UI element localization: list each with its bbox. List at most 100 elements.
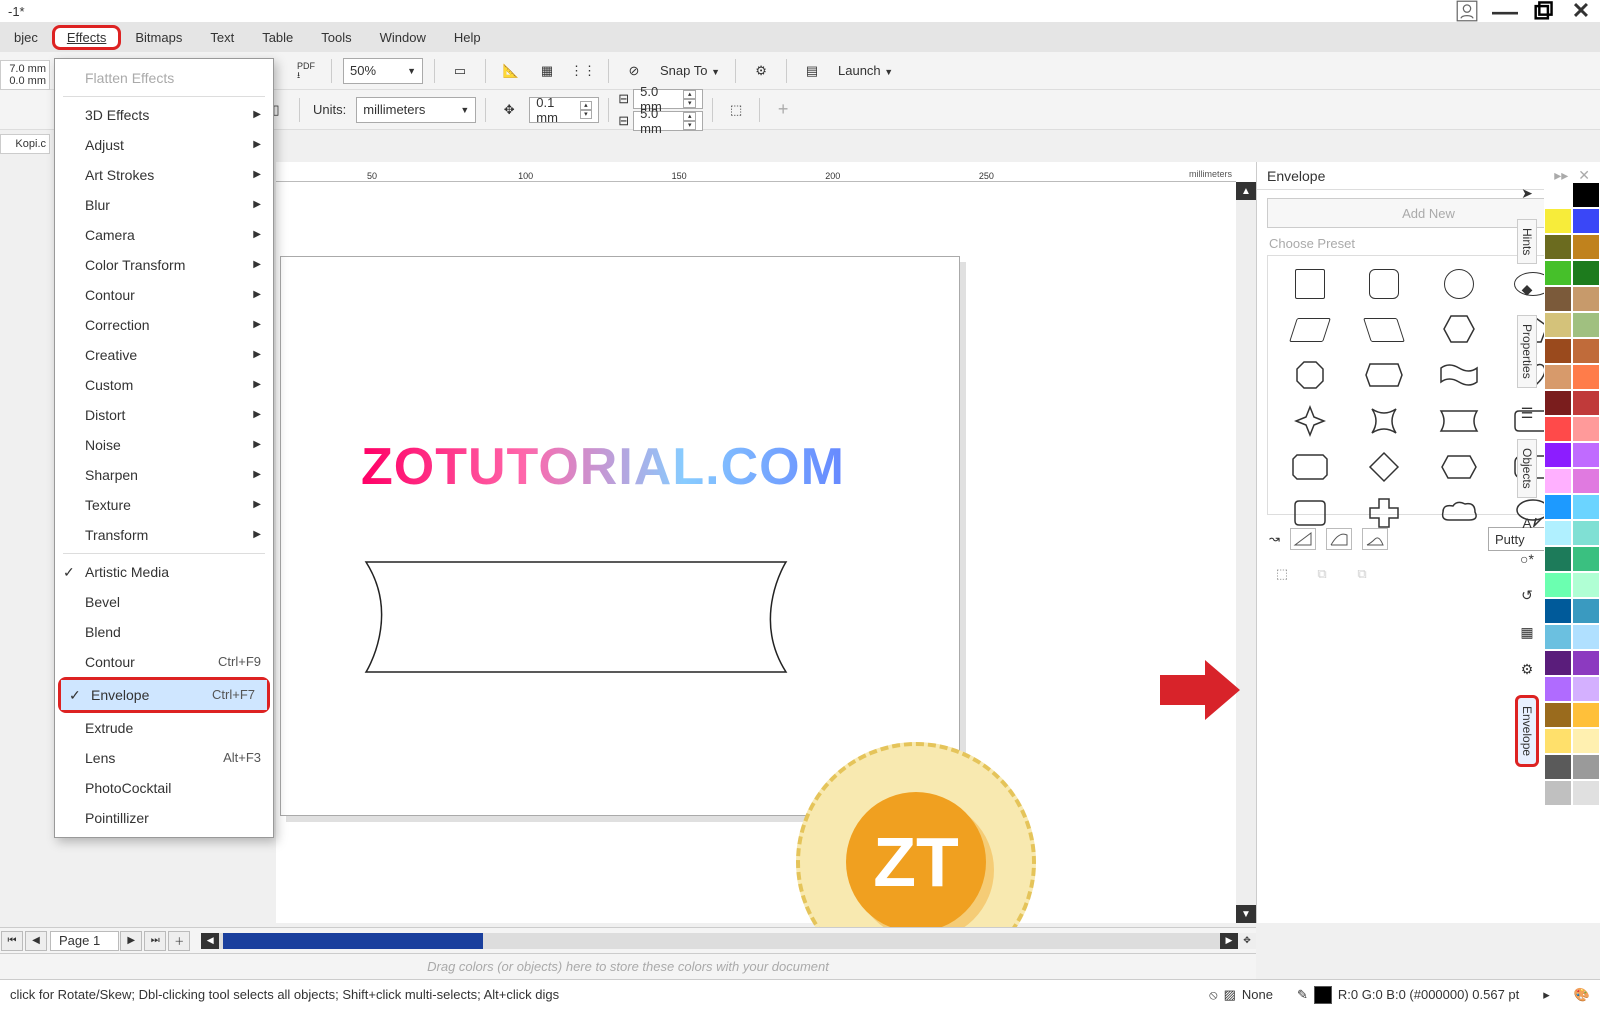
- palette-swatch[interactable]: [1572, 390, 1600, 416]
- preset-elongated-hex[interactable]: [1364, 362, 1404, 391]
- preset-bowtie-rect[interactable]: [1439, 409, 1479, 436]
- palette-swatch[interactable]: [1544, 260, 1572, 286]
- tab-envelope[interactable]: Envelope: [1515, 695, 1539, 767]
- palette-swatch[interactable]: [1544, 208, 1572, 234]
- preset-circle[interactable]: [1444, 269, 1474, 299]
- palette-swatch[interactable]: [1572, 182, 1600, 208]
- palette-swatch[interactable]: [1572, 754, 1600, 780]
- palette-swatch[interactable]: [1572, 260, 1600, 286]
- palette-swatch[interactable]: [1572, 780, 1600, 806]
- hscroll-right-icon[interactable]: ▶: [1220, 933, 1238, 949]
- envelope-shape[interactable]: [361, 557, 791, 677]
- menu-blend[interactable]: Blend: [55, 617, 273, 647]
- menu-texture[interactable]: Texture▶: [55, 490, 273, 520]
- palette-swatch[interactable]: [1572, 234, 1600, 260]
- palette-swatch[interactable]: [1572, 286, 1600, 312]
- snap-off-icon[interactable]: ⊘: [620, 57, 648, 85]
- align-icon[interactable]: ○*: [1517, 548, 1537, 570]
- menu-table[interactable]: Table: [248, 25, 307, 50]
- close-icon[interactable]: ✕: [1570, 0, 1592, 22]
- palette-swatch[interactable]: [1544, 702, 1572, 728]
- document-palette-hint[interactable]: Drag colors (or objects) here to store t…: [0, 953, 1256, 979]
- palette-swatch[interactable]: [1572, 624, 1600, 650]
- menu-blur[interactable]: Blur▶: [55, 190, 273, 220]
- doc-tab-stub[interactable]: Kopi.c: [0, 134, 50, 154]
- menu-effects[interactable]: Effects: [52, 25, 122, 50]
- preset-octagon[interactable]: [1295, 360, 1325, 393]
- properties-icon[interactable]: ◆: [1519, 278, 1536, 301]
- add-page-icon[interactable]: ＋: [168, 931, 190, 951]
- scroll-up-icon[interactable]: ▲: [1236, 182, 1256, 200]
- preset-star4[interactable]: [1294, 405, 1326, 440]
- vertical-scrollbar[interactable]: ▲ ▼: [1236, 182, 1256, 923]
- palette-swatch[interactable]: [1572, 676, 1600, 702]
- menu-distort[interactable]: Distort▶: [55, 400, 273, 430]
- rulers-icon[interactable]: 📐: [497, 57, 525, 85]
- menu-help[interactable]: Help: [440, 25, 495, 50]
- preset-notched-rect[interactable]: [1293, 499, 1327, 530]
- grid-icon[interactable]: ▦: [533, 57, 561, 85]
- palette-swatch[interactable]: [1544, 286, 1572, 312]
- straight-line-mode-icon[interactable]: [1290, 528, 1316, 550]
- palette-swatch[interactable]: [1572, 312, 1600, 338]
- preset-hexagon[interactable]: [1442, 314, 1476, 347]
- unconstrained-mode-icon[interactable]: ↝: [1269, 531, 1280, 547]
- treat-as-filled-icon[interactable]: ⬚: [722, 96, 750, 124]
- guidelines-icon[interactable]: ⋮⋮: [569, 57, 597, 85]
- palette-swatch[interactable]: [1544, 728, 1572, 754]
- char-icon[interactable]: A: [1519, 512, 1534, 534]
- launch-icon[interactable]: ▤: [798, 57, 826, 85]
- palette-swatch[interactable]: [1544, 364, 1572, 390]
- preset-square[interactable]: [1295, 269, 1325, 299]
- menu-bevel[interactable]: Bevel: [55, 587, 273, 617]
- hscroll-left-icon[interactable]: ◀: [201, 933, 219, 949]
- menu-photococktail[interactable]: PhotoCocktail: [55, 773, 273, 803]
- palette-swatch[interactable]: [1544, 468, 1572, 494]
- palette-swatch[interactable]: [1544, 598, 1572, 624]
- units-select[interactable]: millimeters▼: [356, 97, 476, 123]
- preset-wavy-rect[interactable]: [1439, 362, 1479, 391]
- page-label[interactable]: Page 1: [50, 931, 119, 951]
- add-toolbar-icon[interactable]: +: [769, 96, 797, 124]
- menu-3d-effects[interactable]: 3D Effects▶: [55, 100, 273, 130]
- palette-swatch[interactable]: [1544, 442, 1572, 468]
- preset-parallelogram-r[interactable]: [1363, 318, 1405, 342]
- double-arc-mode-icon[interactable]: [1362, 528, 1388, 550]
- last-page-icon[interactable]: ⏭: [144, 931, 166, 951]
- palette-swatch[interactable]: [1572, 546, 1600, 572]
- color-icon[interactable]: ▦: [1517, 621, 1536, 644]
- minimize-icon[interactable]: —: [1494, 0, 1516, 22]
- palette-swatch[interactable]: [1544, 780, 1572, 806]
- menu-noise[interactable]: Noise▶: [55, 430, 273, 460]
- palette-swatch[interactable]: [1544, 312, 1572, 338]
- preset-hexagon-flat[interactable]: [1440, 454, 1478, 483]
- menu-correction[interactable]: Correction▶: [55, 310, 273, 340]
- nudge-distance[interactable]: 0.1 mm▴▾: [529, 97, 599, 123]
- menu-lens[interactable]: LensAlt+F3: [55, 743, 273, 773]
- restore-icon[interactable]: [1532, 0, 1554, 22]
- palette-swatch[interactable]: [1572, 338, 1600, 364]
- menu-art-strokes[interactable]: Art Strokes▶: [55, 160, 273, 190]
- palette-swatch[interactable]: [1572, 416, 1600, 442]
- single-arc-mode-icon[interactable]: [1326, 528, 1352, 550]
- palette-swatch[interactable]: [1572, 598, 1600, 624]
- step-icon[interactable]: ↺: [1518, 584, 1536, 607]
- fill-swatch-icon[interactable]: ▨: [1224, 987, 1236, 1003]
- palette-swatch[interactable]: [1572, 650, 1600, 676]
- palette-swatch[interactable]: [1544, 520, 1572, 546]
- preset-cloud[interactable]: [1439, 500, 1479, 529]
- menu-envelope[interactable]: ✓EnvelopeCtrl+F7: [61, 680, 267, 710]
- page[interactable]: ZOTUTORIAL.COM: [280, 256, 960, 816]
- tab-properties[interactable]: Properties: [1517, 315, 1537, 388]
- status-menu-icon[interactable]: ▸: [1543, 987, 1550, 1003]
- palette-swatch[interactable]: [1544, 676, 1572, 702]
- menu-bitmaps[interactable]: Bitmaps: [121, 25, 196, 50]
- menu-tools[interactable]: Tools: [307, 25, 365, 50]
- menu-contour[interactable]: ContourCtrl+F9: [55, 647, 273, 677]
- palette-swatch[interactable]: [1572, 468, 1600, 494]
- add-new-button[interactable]: Add New: [1267, 198, 1590, 228]
- palette-swatch[interactable]: [1544, 234, 1572, 260]
- menu-object[interactable]: bjec: [0, 25, 52, 50]
- objects-icon[interactable]: ☰: [1518, 402, 1537, 425]
- palette-swatch[interactable]: [1544, 494, 1572, 520]
